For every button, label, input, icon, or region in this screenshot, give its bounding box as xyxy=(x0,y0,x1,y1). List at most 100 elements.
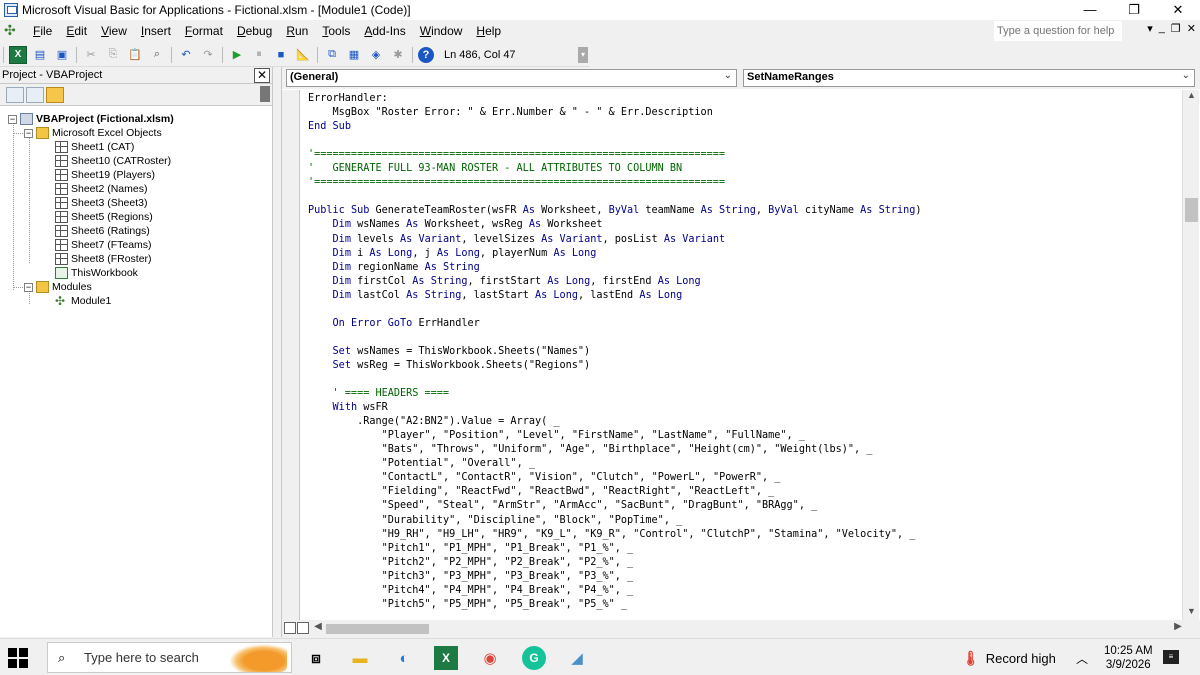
code-line[interactable]: ' ==== HEADERS ==== xyxy=(308,387,450,401)
tree-node-modules[interactable]: − Modules xyxy=(24,280,92,294)
code-line[interactable]: "Potential", "Overall", _ xyxy=(308,457,535,471)
redo-icon[interactable]: ↷ xyxy=(199,46,217,64)
code-line[interactable]: ' GENERATE FULL 93-MAN ROSTER - ALL ATTR… xyxy=(308,162,682,176)
tree-node-sheet1[interactable]: Sheet1 (CAT) xyxy=(55,140,134,154)
tree-node-sheet3[interactable]: Sheet3 (Sheet3) xyxy=(55,196,147,210)
chrome-icon[interactable]: ◉ xyxy=(478,646,502,670)
code-line[interactable]: MsgBox "Roster Error: " & Err.Number & "… xyxy=(308,106,713,120)
code-line[interactable]: "Pitch5", "P5_MPH", "P5_Break", "P5_%" _ xyxy=(308,598,627,612)
tree-node-thisworkbook[interactable]: ThisWorkbook xyxy=(55,266,138,280)
code-editor[interactable]: ErrorHandler: MsgBox "Roster Error: " & … xyxy=(282,90,1182,620)
tree-node-sheet2[interactable]: Sheet2 (Names) xyxy=(55,182,147,196)
menu-window[interactable]: Window xyxy=(413,24,470,38)
tree-node-excel-objects[interactable]: − Microsoft Excel Objects xyxy=(24,126,162,140)
code-line[interactable]: "Pitch1", "P1_MPH", "P1_Break", "P1_%", … xyxy=(308,542,634,556)
help-dropdown-icon[interactable]: ▾ xyxy=(1147,22,1153,35)
mdi-minimize-button[interactable]: _ xyxy=(1159,22,1165,35)
collapse-icon[interactable]: − xyxy=(24,282,33,292)
mdi-close-button[interactable]: ✕ xyxy=(1187,22,1196,35)
code-line[interactable]: "Pitch4", "P4_MPH", "P4_Break", "P4_%", … xyxy=(308,584,634,598)
menu-insert[interactable]: Insert xyxy=(134,24,178,38)
project-panel-close-button[interactable]: ✕ xyxy=(254,68,270,83)
code-line[interactable]: "Pitch3", "P3_MPH", "P3_Break", "P3_%", … xyxy=(308,570,634,584)
run-icon[interactable]: ▶ xyxy=(228,46,246,64)
minimize-button[interactable]: — xyxy=(1068,0,1112,20)
horizontal-scrollbar[interactable]: ◀ ▶ xyxy=(312,621,1184,636)
tree-node-sheet7[interactable]: Sheet7 (FTeams) xyxy=(55,238,152,252)
collapse-icon[interactable]: − xyxy=(8,114,17,124)
close-button[interactable]: ✕ xyxy=(1156,0,1200,20)
task-view-icon[interactable]: ⧈ xyxy=(304,646,328,670)
vba-menu-icon[interactable] xyxy=(4,22,20,39)
tree-node-sheet8[interactable]: Sheet8 (FRoster) xyxy=(55,252,152,266)
scroll-right-icon[interactable]: ▶ xyxy=(1172,621,1184,632)
toolbox-icon[interactable]: ✱ xyxy=(389,46,407,64)
excel-view-icon[interactable]: X xyxy=(9,45,27,64)
menu-run[interactable]: Run xyxy=(279,24,315,38)
weather-widget[interactable]: 🌡 Record high xyxy=(962,650,1056,667)
tree-node-sheet10[interactable]: Sheet10 (CATRoster) xyxy=(55,154,171,168)
restore-button[interactable]: ❐ xyxy=(1112,0,1156,20)
code-line[interactable]: Dim regionName As String xyxy=(308,261,480,275)
menu-edit[interactable]: Edit xyxy=(59,24,94,38)
excel-icon[interactable]: X xyxy=(434,646,458,670)
properties-icon[interactable]: ▦ xyxy=(345,46,363,64)
code-line[interactable]: Set wsNames = ThisWorkbook.Sheets("Names… xyxy=(308,345,591,359)
code-line[interactable]: '=======================================… xyxy=(308,148,725,162)
scroll-thumb[interactable] xyxy=(1185,198,1198,222)
save-icon[interactable]: ▣ xyxy=(53,46,71,64)
menu-view[interactable]: View xyxy=(94,24,134,38)
design-mode-icon[interactable]: 📐 xyxy=(294,46,312,64)
notification-icon[interactable]: ≡ xyxy=(1163,650,1179,664)
system-clock[interactable]: 10:25 AM 3/9/2026 xyxy=(1104,644,1153,672)
collapse-icon[interactable]: − xyxy=(24,128,33,138)
code-line[interactable]: Dim i As Long, j As Long, playerNum As L… xyxy=(308,247,597,261)
code-line[interactable]: "Durability", "Discipline", "Block", "Po… xyxy=(308,514,683,528)
insert-module-icon[interactable]: ▤ xyxy=(31,46,49,64)
menu-add-ins[interactable]: Add-Ins xyxy=(357,24,412,38)
code-line[interactable]: "ContactL", "ContactR", "Vision", "Clutc… xyxy=(308,471,781,485)
edge-icon[interactable]: ◐ xyxy=(392,646,416,670)
code-line[interactable]: End Sub xyxy=(308,120,351,134)
break-icon[interactable]: ⏸ xyxy=(250,46,268,64)
procedure-combo[interactable]: SetNameRanges ⌄ xyxy=(743,69,1195,87)
view-object-icon[interactable] xyxy=(26,86,44,103)
vertical-scrollbar[interactable]: ▲ ▼ xyxy=(1182,90,1199,620)
find-icon[interactable]: ⌕ xyxy=(148,46,166,64)
code-line[interactable]: Dim lastCol As String, lastStart As Long… xyxy=(308,289,683,303)
code-line[interactable]: Dim wsNames As Worksheet, wsReg As Works… xyxy=(308,218,603,232)
toolbar-options-icon[interactable]: ▾ xyxy=(578,47,588,63)
help-icon[interactable]: ? xyxy=(418,46,434,63)
code-line[interactable]: "Pitch2", "P2_MPH", "P2_Break", "P2_%", … xyxy=(308,556,634,570)
code-line[interactable]: '=======================================… xyxy=(308,176,725,190)
toggle-folders-icon[interactable] xyxy=(46,86,64,103)
code-line[interactable]: .Range("A2:BN2").Value = Array( _ xyxy=(308,415,559,429)
paste-icon[interactable]: 📋 xyxy=(126,46,144,64)
tree-node-module1[interactable]: ✣ Module1 xyxy=(55,294,111,308)
mdi-restore-button[interactable]: ❐ xyxy=(1171,22,1181,35)
start-button[interactable] xyxy=(8,648,28,668)
procedure-view-icon[interactable] xyxy=(284,622,296,634)
panel-scroll-icon[interactable] xyxy=(260,86,270,102)
code-line[interactable]: With wsFR xyxy=(308,401,388,415)
taskbar-search[interactable]: ⌕ Type here to search xyxy=(47,642,292,673)
code-line[interactable]: "Player", "Position", "Level", "FirstNam… xyxy=(308,429,805,443)
scroll-down-icon[interactable]: ▼ xyxy=(1183,606,1200,620)
hscroll-thumb[interactable] xyxy=(326,624,429,634)
code-line[interactable]: Set wsReg = ThisWorkbook.Sheets("Regions… xyxy=(308,359,591,373)
app-icon[interactable]: ◢ xyxy=(565,646,589,670)
full-module-view-icon[interactable] xyxy=(297,622,309,634)
chevron-down-icon[interactable]: ⌄ xyxy=(724,70,732,81)
code-text[interactable]: ErrorHandler: MsgBox "Roster Error: " & … xyxy=(308,90,1182,620)
cut-icon[interactable]: ✂ xyxy=(82,46,100,64)
tree-node-sheet19[interactable]: Sheet19 (Players) xyxy=(55,168,155,182)
view-code-icon[interactable] xyxy=(6,86,24,103)
breakpoint-margin[interactable] xyxy=(282,90,300,620)
code-line[interactable]: "Fielding", "ReactFwd", "ReactBwd", "Rea… xyxy=(308,485,775,499)
code-line[interactable]: "Bats", "Throws", "Uniform", "Age", "Bir… xyxy=(308,443,873,457)
tree-node-sheet5[interactable]: Sheet5 (Regions) xyxy=(55,210,153,224)
project-explorer-icon[interactable]: ⧉ xyxy=(323,46,341,64)
grammarly-icon[interactable]: G xyxy=(522,646,546,670)
code-line[interactable]: ErrorHandler: xyxy=(308,92,388,106)
code-line[interactable]: Public Sub GenerateTeamRoster(wsFR As Wo… xyxy=(308,204,922,218)
